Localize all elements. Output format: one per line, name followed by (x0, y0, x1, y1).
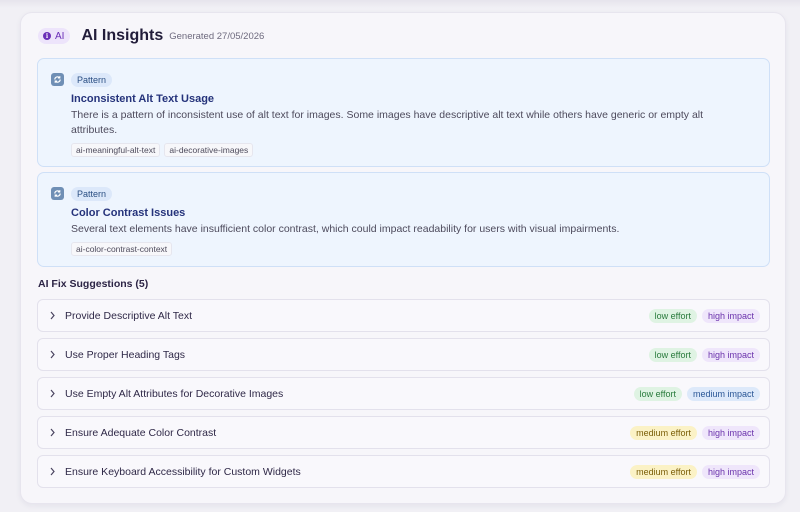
fix-suggestion-label: Use Proper Heading Tags (65, 348, 186, 361)
insight-title: Inconsistent Alt Text Usage (71, 93, 215, 105)
fix-suggestion-label: Use Empty Alt Attributes for Decorative … (65, 387, 284, 400)
effort-badge: low effort (648, 308, 697, 323)
fix-suggestion-row[interactable]: Ensure Keyboard Accessibility for Custom… (37, 455, 770, 488)
insight-title: Color Contrast Issues (71, 207, 186, 219)
insight-type-badge: Pattern (71, 187, 113, 201)
insight-tags: ai-color-contrast-context (71, 242, 757, 256)
insight-description: There is a pattern of inconsistent use o… (71, 109, 704, 136)
top-edge (0, 0, 800, 8)
insight-type-badge: Pattern (71, 73, 113, 87)
fix-suggestion-row[interactable]: Use Empty Alt Attributes for Decorative … (37, 377, 770, 410)
pattern-icon (51, 187, 64, 200)
chevron-right-icon[interactable] (39, 311, 65, 320)
insight-tag: ai-color-contrast-context (71, 242, 173, 256)
insight-tag: ai-meaningful-alt-text (71, 143, 161, 157)
fix-suggestion-label: Provide Descriptive Alt Text (65, 309, 193, 322)
impact-badge: high impact (701, 464, 760, 479)
impact-badge: high impact (701, 425, 760, 440)
chevron-right-icon[interactable] (39, 467, 65, 476)
effort-badge: medium effort (630, 464, 697, 479)
insight-tag: ai-decorative-images (164, 143, 254, 157)
fix-suggestion-label: Ensure Keyboard Accessibility for Custom… (65, 465, 301, 478)
page-title: AI Insights (81, 27, 164, 44)
pattern-icon (51, 73, 64, 86)
insight-card: Pattern Color Contrast Issues Several te… (37, 172, 770, 267)
impact-badge: high impact (701, 308, 760, 323)
impact-badge: medium impact (686, 386, 760, 401)
fix-suggestion-row[interactable]: Provide Descriptive Alt Text low effort … (37, 299, 770, 332)
fix-suggestion-label: Ensure Adequate Color Contrast (65, 426, 217, 439)
insight-description: Several text elements have insufficient … (71, 223, 620, 235)
effort-badge: low effort (633, 386, 682, 401)
effort-badge: medium effort (630, 425, 697, 440)
generated-date: Generated 27/05/2026 (169, 31, 265, 42)
ai-insights-panel: i AI AI Insights Generated 27/05/2026 Pa… (20, 12, 786, 504)
chevron-right-icon[interactable] (39, 350, 65, 359)
chevron-right-icon[interactable] (39, 428, 65, 437)
insight-tags: ai-meaningful-alt-text ai-decorative-ima… (71, 143, 757, 157)
chevron-right-icon[interactable] (39, 389, 65, 398)
effort-badge: low effort (648, 347, 697, 362)
ai-badge: i AI (38, 28, 71, 44)
fix-suggestion-row[interactable]: Use Proper Heading Tags low effort high … (37, 338, 770, 371)
panel-header: i AI AI Insights Generated 27/05/2026 (38, 26, 264, 46)
ai-badge-label: AI (55, 30, 65, 42)
info-icon: i (43, 32, 51, 40)
fix-suggestion-row[interactable]: Ensure Adequate Color Contrast medium ef… (37, 416, 770, 449)
insight-card: Pattern Inconsistent Alt Text Usage Ther… (37, 58, 770, 167)
fix-suggestions-heading: AI Fix Suggestions (5) (38, 278, 149, 290)
impact-badge: high impact (701, 347, 760, 362)
